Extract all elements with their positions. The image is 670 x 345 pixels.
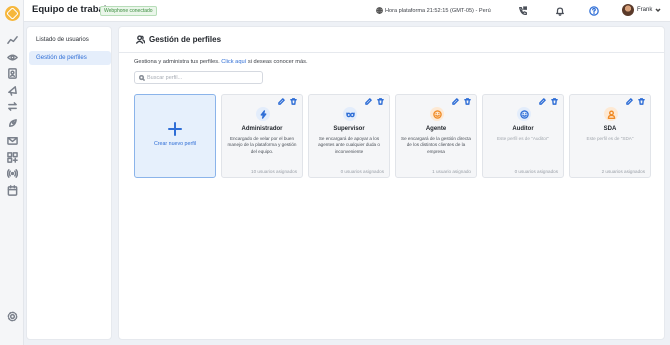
profile-user-count: 0 usuarios asignados xyxy=(340,169,384,174)
page-title: Gestión de perfiles xyxy=(136,35,221,44)
settings-icon[interactable] xyxy=(6,310,18,322)
description-text: Gestiona y administra tus perfiles. xyxy=(134,59,220,65)
smile-icon xyxy=(517,107,531,121)
analytics-icon[interactable] xyxy=(6,34,18,46)
transfer-icon[interactable] xyxy=(6,100,18,112)
clock-text: Hora plataforma 21:52:15 (GMT-05) - Perú xyxy=(385,7,491,14)
profile-name: Administrador xyxy=(241,126,283,132)
users-icon xyxy=(136,35,145,44)
campaign-icon[interactable] xyxy=(6,84,18,96)
profile-description: Se encargará de la gestión directa de lo… xyxy=(401,136,471,154)
user-name: Frank xyxy=(637,7,653,13)
profile-user-count: 0 usuarios asignados xyxy=(514,169,558,174)
profile-user-count: 10 usuarios asignados xyxy=(251,169,297,174)
card-actions xyxy=(539,98,558,105)
card-actions xyxy=(626,98,645,105)
card-actions xyxy=(452,98,471,105)
user-icon xyxy=(604,107,618,121)
contacts-icon[interactable] xyxy=(6,67,18,79)
calendar-icon[interactable] xyxy=(6,184,18,196)
profile-name: Agente xyxy=(425,126,447,132)
trash-icon[interactable] xyxy=(290,98,297,105)
card-actions xyxy=(278,98,297,105)
broadcast-icon[interactable] xyxy=(6,167,18,179)
profile-card-agente[interactable]: Agente Se encargará de la gestión direct… xyxy=(395,94,477,178)
glasses-icon xyxy=(343,107,357,121)
create-profile-label: Crear nuevo perfil xyxy=(153,141,197,147)
trash-icon[interactable] xyxy=(377,98,384,105)
avatar xyxy=(622,4,634,16)
main-panel: Gestión de perfiles Gestiona y administr… xyxy=(118,26,665,340)
phone-icon[interactable] xyxy=(516,4,530,18)
trash-icon[interactable] xyxy=(464,98,471,105)
profile-name: Auditor xyxy=(512,126,534,132)
logo-icon[interactable] xyxy=(5,6,20,21)
rocket-icon[interactable] xyxy=(6,117,18,129)
profile-description: Este perfil es de "SDA" xyxy=(586,136,634,141)
profile-user-count: 1 usuario asignado xyxy=(432,169,471,174)
help-icon[interactable] xyxy=(587,4,601,18)
search-input[interactable] xyxy=(147,73,259,83)
profile-card-administrador[interactable]: Administrador Encargado de velar por el … xyxy=(221,94,303,178)
subnav-item-profile-management[interactable]: Gestión de perfiles xyxy=(29,51,111,65)
search-icon xyxy=(139,75,145,81)
main-header: Gestión de perfiles xyxy=(119,27,664,53)
edit-icon[interactable] xyxy=(539,98,546,105)
profile-description: Se encargará de apoyar a los agentes ant… xyxy=(318,136,380,154)
card-actions xyxy=(365,98,384,105)
profile-name: Supervisor xyxy=(333,126,365,132)
profile-name: SDA xyxy=(603,126,617,132)
bell-icon[interactable] xyxy=(553,4,567,18)
apps-icon[interactable] xyxy=(6,151,18,163)
page-description: Gestiona y administra tus perfiles. Clic… xyxy=(134,59,308,65)
platform-clock: Hora plataforma 21:52:15 (GMT-05) - Perú xyxy=(376,7,491,14)
plus-icon xyxy=(168,122,182,136)
profile-card-auditor[interactable]: Auditor Este perfil es de "Auditor" 0 us… xyxy=(482,94,564,178)
trash-icon[interactable] xyxy=(551,98,558,105)
search-box xyxy=(134,71,263,84)
globe-icon xyxy=(376,7,383,14)
profile-card-supervisor[interactable]: Supervisor Se encargará de apoyar a los … xyxy=(308,94,390,178)
lightning-icon xyxy=(256,107,270,121)
profile-card-sda[interactable]: SDA Este perfil es de "SDA" 2 usuarios a… xyxy=(569,94,651,178)
edit-icon[interactable] xyxy=(278,98,285,105)
profile-user-count: 2 usuarios asignados xyxy=(601,169,645,174)
edit-icon[interactable] xyxy=(452,98,459,105)
create-profile-card[interactable]: Crear nuevo perfil xyxy=(134,94,216,178)
edit-icon[interactable] xyxy=(365,98,372,105)
eye-icon[interactable] xyxy=(6,51,18,63)
chevron-down-icon xyxy=(655,8,661,13)
profile-description: Este perfil es de "Auditor" xyxy=(496,136,550,141)
user-menu[interactable]: Frank xyxy=(622,4,661,16)
left-rail xyxy=(0,0,24,345)
edit-icon[interactable] xyxy=(626,98,633,105)
page-title-text: Gestión de perfiles xyxy=(149,35,222,44)
sub-sidebar: Listado de usuarios Gestión de perfiles xyxy=(26,26,112,340)
subnav-item-user-list[interactable]: Listado de usuarios xyxy=(29,33,111,47)
top-header: Equipo de trabajo Webphone conectado Hor… xyxy=(24,0,670,22)
status-badge: Webphone conectado xyxy=(100,6,157,16)
profile-description: Encargado de velar por el buen manejo de… xyxy=(227,136,297,154)
description-tail: si deseas conocer más. xyxy=(247,59,308,65)
trash-icon[interactable] xyxy=(638,98,645,105)
mail-icon[interactable] xyxy=(6,134,18,146)
smile-icon xyxy=(430,107,444,121)
learn-more-link[interactable]: Click aquí xyxy=(221,59,246,65)
